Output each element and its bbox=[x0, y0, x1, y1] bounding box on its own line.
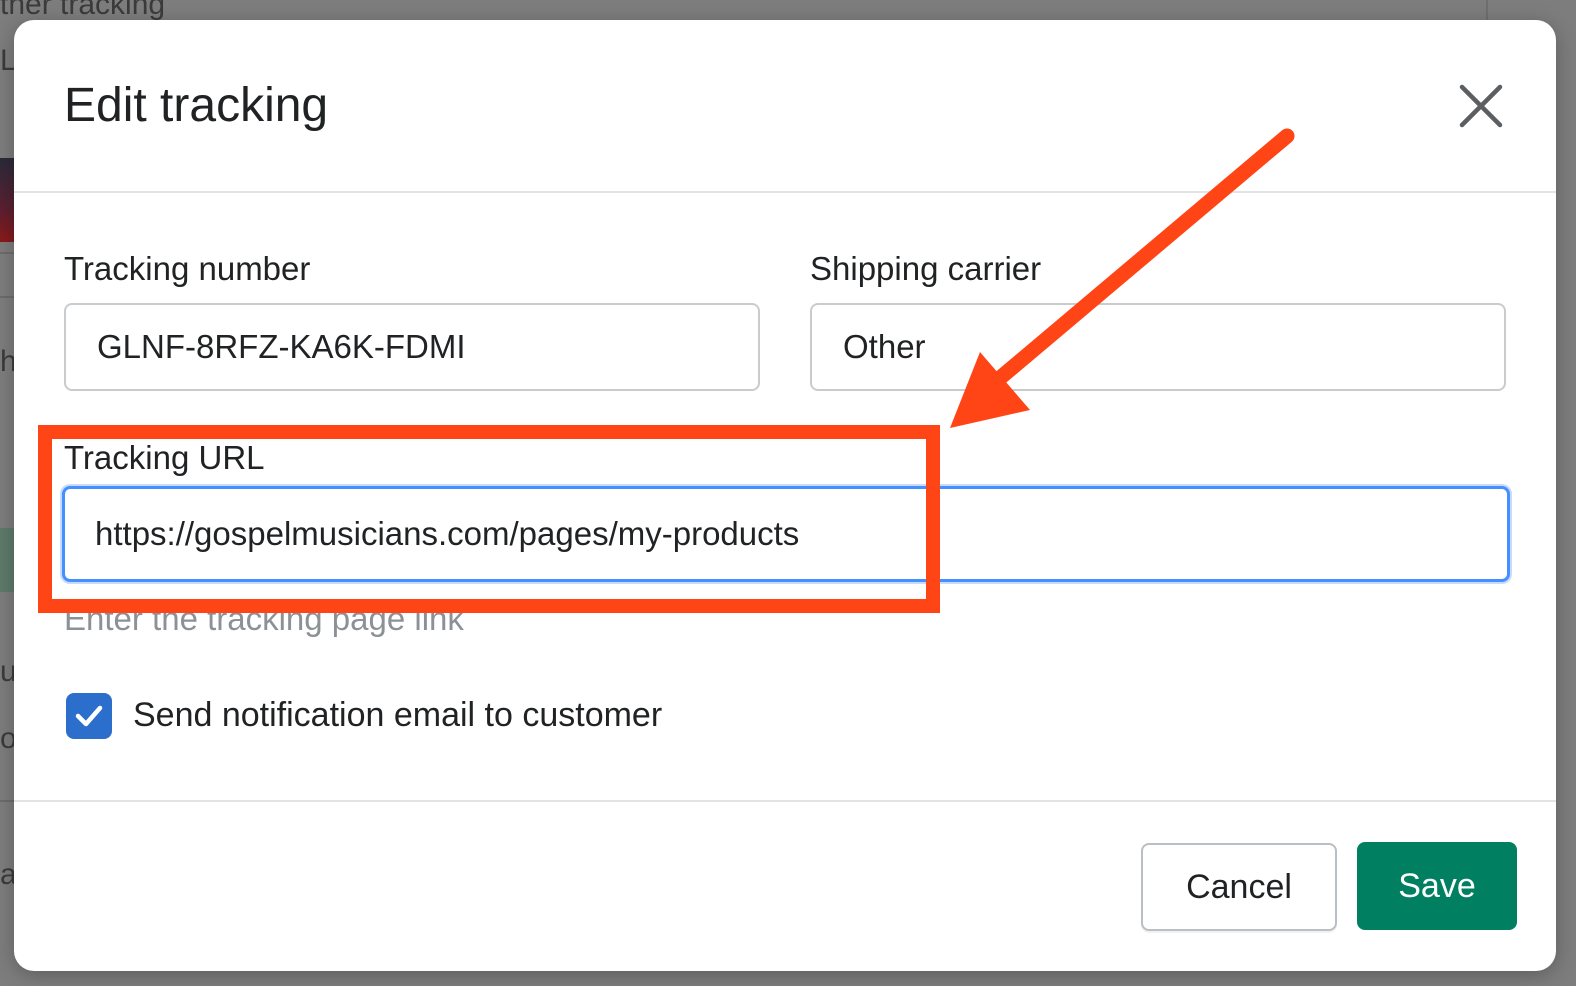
background-thumbnail bbox=[0, 158, 14, 242]
background-divider bbox=[0, 800, 14, 802]
notify-customer-checkbox[interactable] bbox=[66, 693, 112, 739]
background-divider bbox=[0, 252, 14, 254]
tracking-url-help-text: Enter the tracking page link bbox=[64, 600, 464, 637]
close-button[interactable] bbox=[1444, 70, 1518, 144]
save-button[interactable]: Save bbox=[1357, 842, 1517, 930]
background-divider bbox=[1486, 0, 1488, 22]
tracking-number-label: Tracking number bbox=[64, 250, 311, 287]
background-divider bbox=[0, 296, 14, 298]
shipping-carrier-label: Shipping carrier bbox=[810, 250, 1042, 287]
modal-title: Edit tracking bbox=[64, 79, 329, 132]
modal-header: Edit tracking bbox=[14, 20, 1556, 193]
checkmark-icon bbox=[75, 705, 103, 727]
footer-divider bbox=[14, 800, 1556, 802]
edit-tracking-modal: Edit tracking Tracking number Shipping c… bbox=[14, 20, 1556, 971]
cancel-button[interactable]: Cancel bbox=[1141, 843, 1337, 931]
notify-customer-label[interactable]: Send notification email to customer bbox=[133, 696, 662, 735]
close-icon bbox=[1459, 84, 1503, 128]
tracking-url-label: Tracking URL bbox=[64, 439, 265, 476]
background-status bbox=[0, 528, 14, 592]
background-text: ther tracking bbox=[0, 0, 166, 21]
tracking-url-input[interactable] bbox=[62, 486, 1510, 582]
tracking-number-input[interactable] bbox=[64, 303, 760, 391]
shipping-carrier-input[interactable] bbox=[810, 303, 1506, 391]
